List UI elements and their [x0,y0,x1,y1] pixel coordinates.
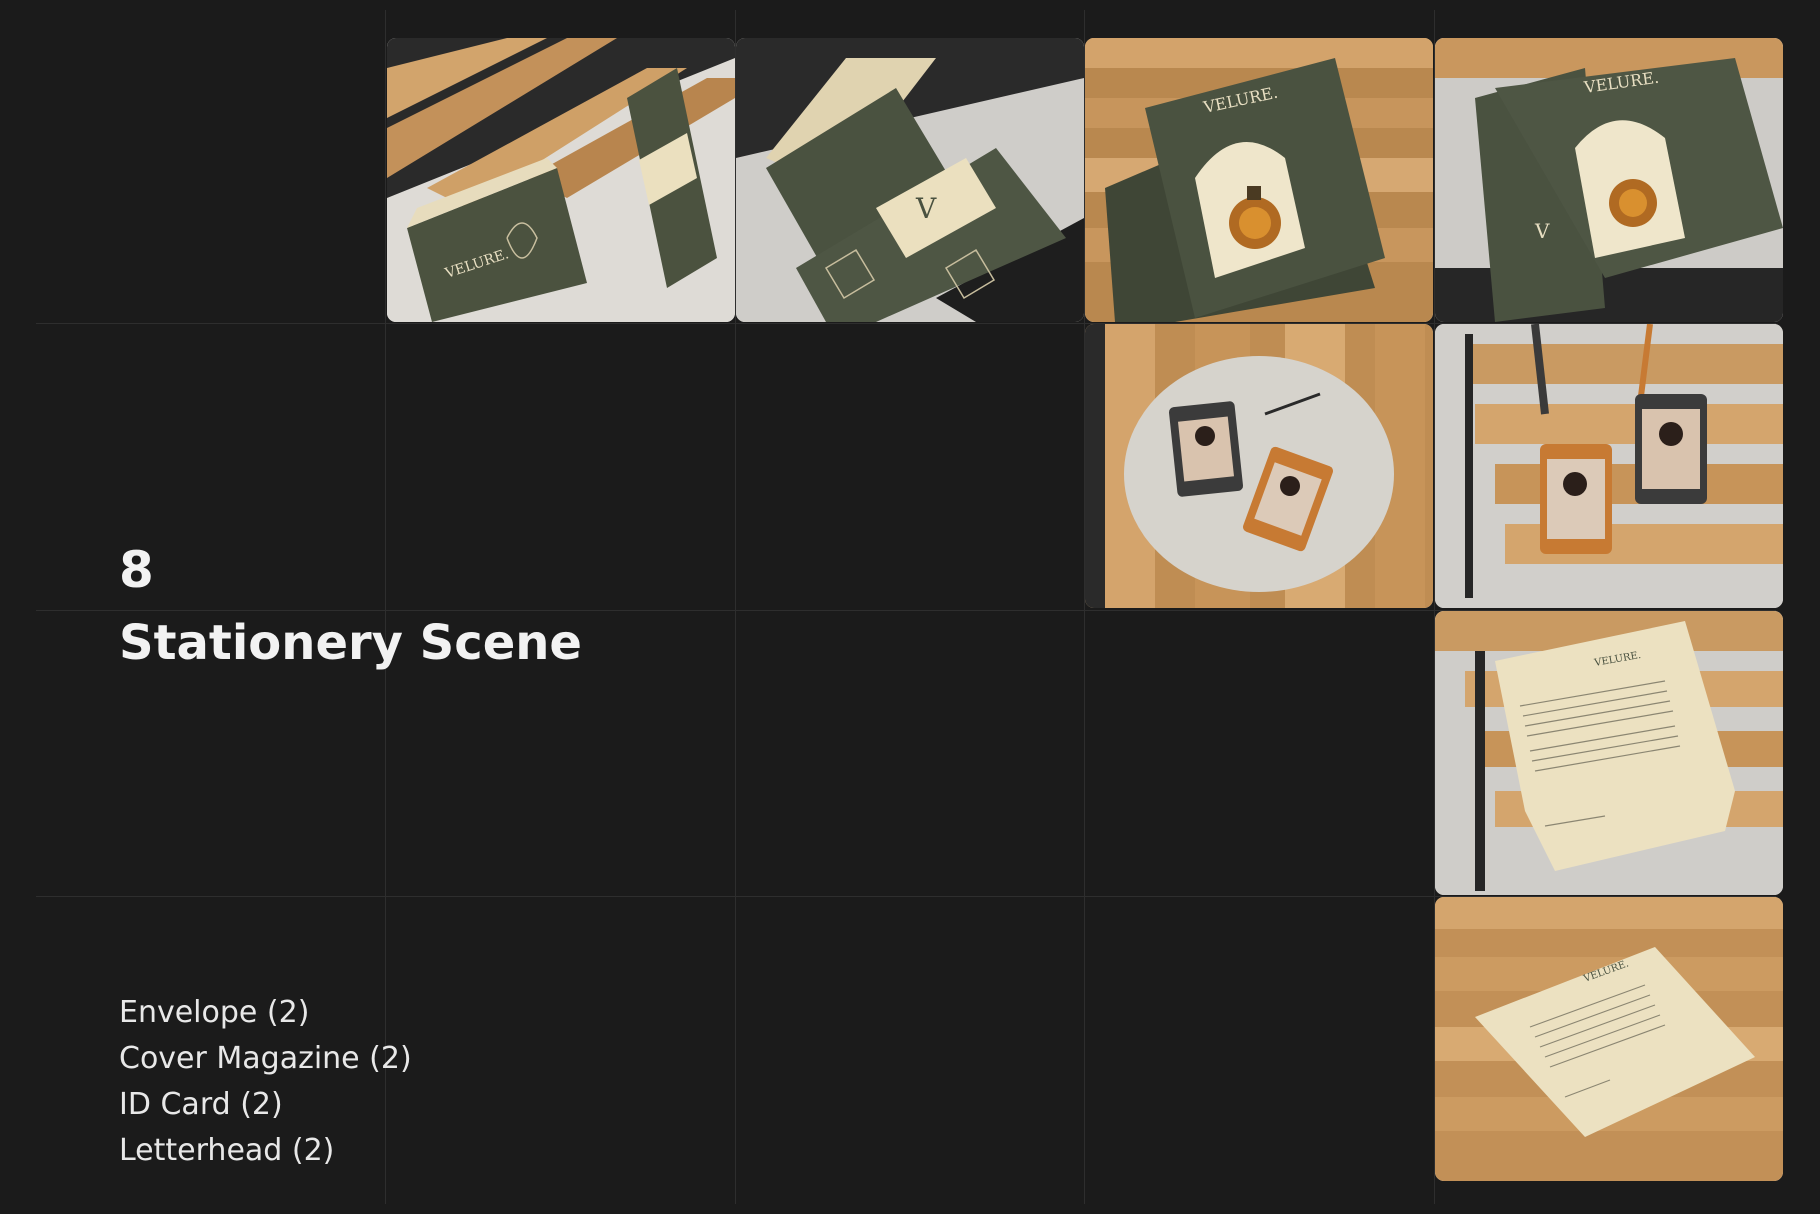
magazine-cover-mockup-image: VELURE. [1085,38,1433,322]
list-item-cover-magazine: Cover Magazine (2) [119,1041,412,1076]
list-item-id-card: ID Card (2) [119,1087,283,1122]
id-card-table-mockup-image [1085,324,1433,608]
list-item-letterhead: Letterhead (2) [119,1133,335,1168]
stationery-scene-slide: 8 Stationery Scene Envelope (2) Cover Ma… [0,0,1820,1214]
letterhead-flat-mockup-image: VELURE. [1435,897,1783,1181]
section-title: Stationery Scene [119,615,582,671]
scene-count: 8 [119,541,154,599]
list-item-envelope: Envelope (2) [119,995,310,1030]
scene-list: Envelope (2) Cover Magazine (2) ID Card … [119,990,412,1174]
magazine2-monogram-text: V [1534,219,1550,243]
business-card-mockup-image: V [736,38,1084,322]
envelope-mockup-image: VELURE. [387,38,735,322]
id-card-hanging-mockup-image [1435,324,1783,608]
card-monogram-text: V [915,192,937,225]
magazine-open-mockup-image: VELURE. V [1435,38,1783,322]
letterhead-bench-mockup-image: VELURE. [1435,611,1783,895]
